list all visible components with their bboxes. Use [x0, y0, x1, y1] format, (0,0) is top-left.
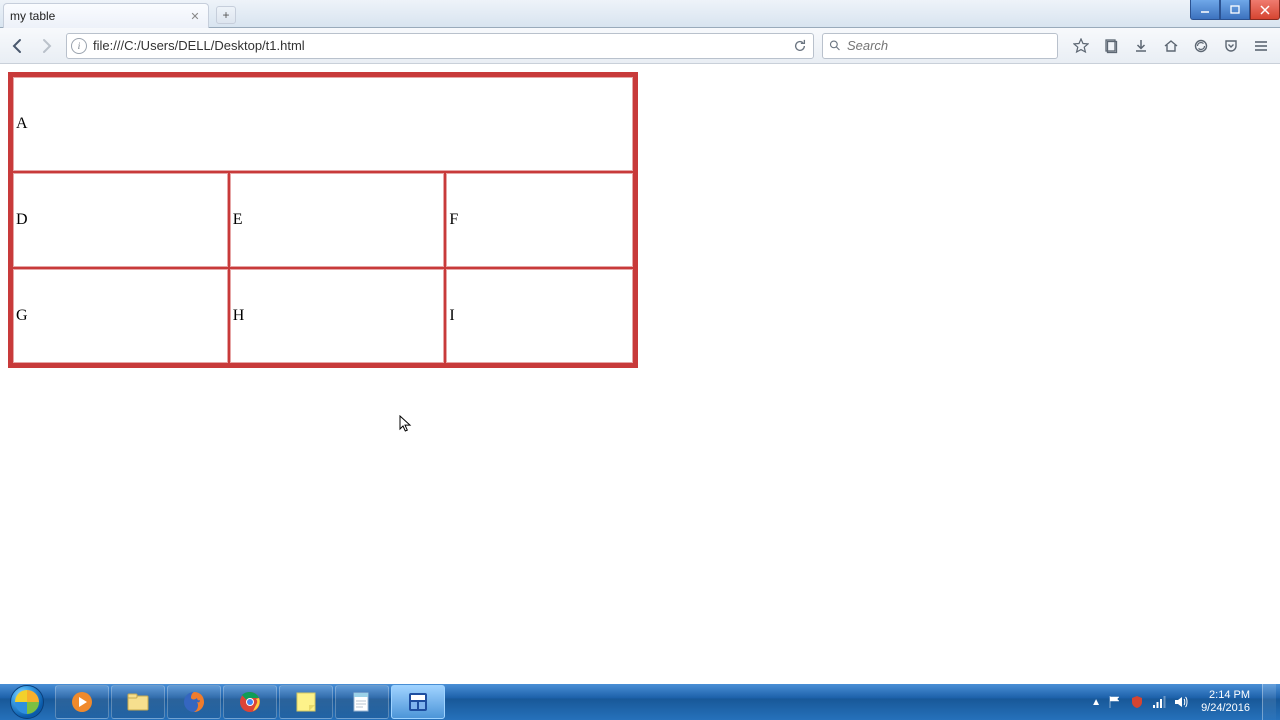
- home-button[interactable]: [1158, 33, 1184, 59]
- url-text: file:///C:/Users/DELL/Desktop/t1.html: [93, 38, 791, 53]
- pocket-button[interactable]: [1218, 33, 1244, 59]
- tray-volume-icon[interactable]: [1173, 694, 1189, 710]
- tray-flag-icon[interactable]: [1107, 694, 1123, 710]
- search-input[interactable]: [847, 38, 1051, 53]
- browser-toolbar: i file:///C:/Users/DELL/Desktop/t1.html: [0, 28, 1280, 64]
- downloads-button[interactable]: [1128, 33, 1154, 59]
- reload-button[interactable]: [791, 37, 809, 55]
- window-titlebar: my table ✕ +: [0, 0, 1280, 28]
- table-cell: H: [230, 269, 445, 363]
- page-viewport: A D E F G H I: [0, 64, 1280, 684]
- search-icon: [829, 39, 841, 52]
- table-cell: G: [13, 269, 228, 363]
- table-cell: E: [230, 173, 445, 267]
- browser-tab[interactable]: my table ✕: [3, 3, 209, 28]
- table-cell: F: [446, 173, 633, 267]
- taskbar-app-active[interactable]: [391, 685, 445, 719]
- show-desktop-button[interactable]: [1262, 684, 1276, 720]
- window-maximize-button[interactable]: [1220, 0, 1250, 20]
- taskbar: ▲ 2:14 PM 9/24/2016: [0, 684, 1280, 720]
- bookmark-star-button[interactable]: [1068, 33, 1094, 59]
- table-cell: A: [13, 77, 633, 171]
- system-tray: ▲ 2:14 PM 9/24/2016: [1091, 684, 1280, 720]
- clock-time: 2:14 PM: [1201, 689, 1250, 702]
- demo-table: A D E F G H I: [8, 72, 638, 368]
- clock-date: 9/24/2016: [1201, 702, 1250, 715]
- start-button[interactable]: [0, 684, 54, 720]
- sync-button[interactable]: [1188, 33, 1214, 59]
- window-minimize-button[interactable]: [1190, 0, 1220, 20]
- window-controls: [1190, 0, 1280, 20]
- tray-network-icon[interactable]: [1151, 694, 1167, 710]
- taskbar-explorer[interactable]: [111, 685, 165, 719]
- identity-icon[interactable]: i: [71, 38, 87, 54]
- taskbar-sticky-notes[interactable]: [279, 685, 333, 719]
- back-button[interactable]: [6, 34, 30, 58]
- tray-overflow-button[interactable]: ▲: [1091, 697, 1101, 708]
- taskbar-notepad[interactable]: [335, 685, 389, 719]
- taskbar-chrome[interactable]: [223, 685, 277, 719]
- table-cell: D: [13, 173, 228, 267]
- url-bar[interactable]: i file:///C:/Users/DELL/Desktop/t1.html: [66, 33, 814, 59]
- taskbar-firefox[interactable]: [167, 685, 221, 719]
- search-bar[interactable]: [822, 33, 1058, 59]
- taskbar-media-player[interactable]: [55, 685, 109, 719]
- taskbar-clock[interactable]: 2:14 PM 9/24/2016: [1195, 689, 1256, 714]
- tray-security-icon[interactable]: [1129, 694, 1145, 710]
- library-button[interactable]: [1098, 33, 1124, 59]
- table-row: A: [13, 77, 633, 171]
- tab-close-icon[interactable]: ✕: [188, 9, 202, 23]
- tab-title: my table: [10, 9, 55, 23]
- table-row: G H I: [13, 269, 633, 363]
- forward-button[interactable]: [34, 34, 58, 58]
- menu-button[interactable]: [1248, 33, 1274, 59]
- table-cell: I: [446, 269, 633, 363]
- table-row: D E F: [13, 173, 633, 267]
- window-close-button[interactable]: [1250, 0, 1280, 20]
- new-tab-button[interactable]: +: [216, 6, 236, 24]
